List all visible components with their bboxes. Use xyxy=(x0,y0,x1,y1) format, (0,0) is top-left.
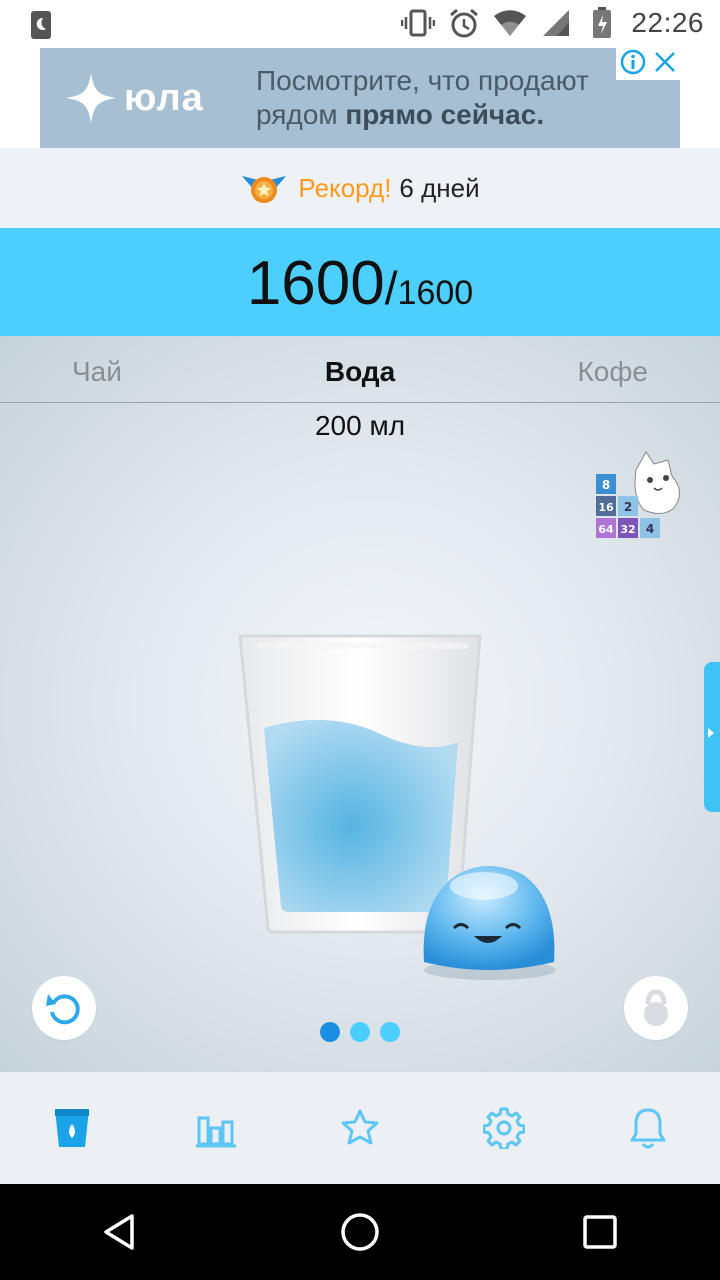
ad-line-2: рядом прямо сейчас. xyxy=(256,98,589,132)
recents-icon xyxy=(583,1215,617,1249)
nav-achievements[interactable] xyxy=(320,1088,400,1168)
page-indicator xyxy=(0,1022,720,1042)
ad-line-2-bold: прямо сейчас. xyxy=(345,99,545,130)
page-dot[interactable] xyxy=(350,1022,370,1042)
drink-area: Вода Чай Кофе 200 мл 8 16 2 64 32 4 xyxy=(0,336,720,1072)
tile-32: 32 xyxy=(620,523,635,536)
vibrate-icon xyxy=(401,6,436,40)
nav-stats[interactable] xyxy=(176,1088,256,1168)
battery-icon xyxy=(585,6,619,40)
sparkle-icon xyxy=(66,73,116,123)
tab-coffee[interactable]: Кофе xyxy=(578,356,649,388)
alarm-icon xyxy=(447,6,481,40)
goal-separator: / xyxy=(384,262,398,314)
nav-drink[interactable] xyxy=(32,1088,112,1168)
tile-2: 2 xyxy=(624,500,632,514)
gear-icon xyxy=(483,1107,525,1149)
tile-16: 16 xyxy=(598,501,614,514)
intake-current: 1600 xyxy=(246,249,385,318)
home-button[interactable] xyxy=(320,1192,400,1272)
water-drop-mascot xyxy=(423,866,556,980)
nav-settings[interactable] xyxy=(464,1088,544,1168)
side-drawer-handle[interactable] xyxy=(704,662,720,812)
back-button[interactable] xyxy=(80,1192,160,1272)
system-navigation xyxy=(0,1184,720,1280)
ad-line-1: Посмотрите, что продают xyxy=(256,65,589,96)
ad-controls xyxy=(616,48,680,80)
medal-icon xyxy=(242,176,287,203)
record-label: Рекорд! xyxy=(298,172,392,203)
bottom-navigation xyxy=(0,1072,720,1184)
clock: 22:26 xyxy=(631,7,704,38)
recents-button[interactable] xyxy=(560,1192,640,1272)
wifi-icon xyxy=(493,6,527,40)
back-icon xyxy=(104,1214,134,1250)
tile-8: 8 xyxy=(602,478,610,492)
page-dot[interactable] xyxy=(320,1022,340,1042)
signal-icon xyxy=(539,6,573,40)
ad-text: Посмотрите, что продают рядом прямо сейч… xyxy=(256,64,589,132)
page-dot[interactable] xyxy=(380,1022,400,1042)
drink-tabs: Вода Чай Кофе xyxy=(0,336,720,403)
ad-logo: юла xyxy=(64,71,244,125)
record-days: 6 дней xyxy=(399,172,480,203)
info-icon[interactable] xyxy=(620,49,646,80)
status-bar: 22:26 xyxy=(0,0,720,48)
bell-icon xyxy=(630,1108,666,1149)
nav-reminders[interactable] xyxy=(608,1088,688,1168)
ad-logo-text: юла xyxy=(124,76,204,119)
record-bar: Рекорд! 6 дней xyxy=(0,148,720,228)
tab-tea[interactable]: Чай xyxy=(72,356,122,388)
moon-icon xyxy=(24,8,58,42)
star-icon xyxy=(341,1109,379,1145)
home-icon xyxy=(341,1213,379,1251)
glass-icon xyxy=(55,1109,89,1147)
close-icon[interactable] xyxy=(653,50,677,79)
promo-game-icon[interactable]: 8 16 2 64 32 4 xyxy=(592,448,688,544)
ad-container: юла Посмотрите, что продают рядом прямо … xyxy=(0,48,720,148)
portion-amount[interactable]: 200 мл xyxy=(0,410,720,442)
tile-4: 4 xyxy=(646,522,654,536)
daily-goal: 1600 / 1600 xyxy=(0,228,720,336)
chart-icon xyxy=(196,1116,236,1148)
tile-64: 64 xyxy=(598,523,614,536)
ad-banner[interactable]: юла Посмотрите, что продают рядом прямо … xyxy=(40,48,680,148)
ad-line-2-plain: рядом xyxy=(256,99,346,130)
intake-target: 1600 xyxy=(397,274,474,312)
